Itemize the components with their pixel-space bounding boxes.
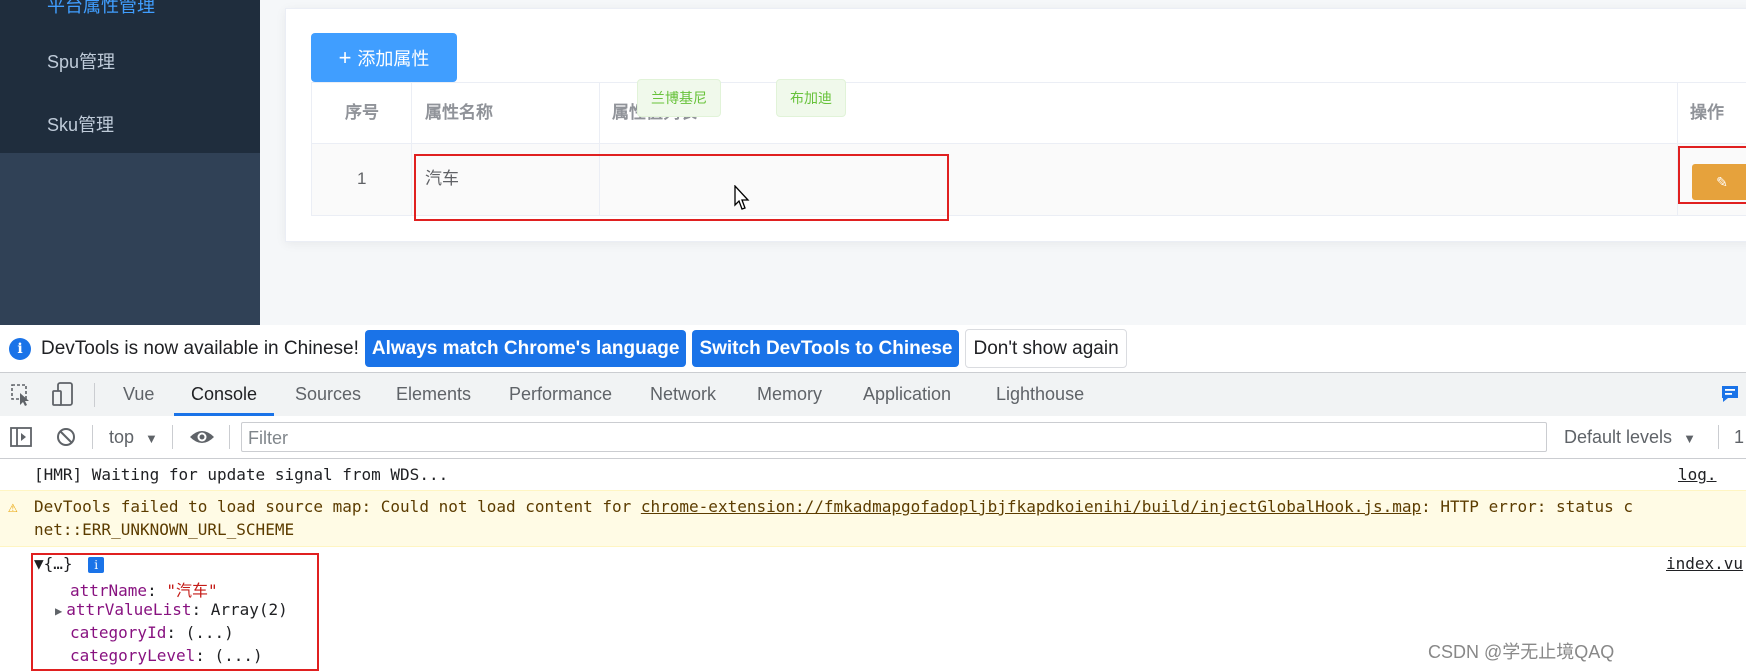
clear-console-icon[interactable] (56, 427, 76, 447)
add-attribute-label: 添加属性 (357, 48, 430, 69)
tab-sources[interactable]: Sources (295, 373, 361, 416)
match-language-button[interactable]: Always match Chrome's language (364, 330, 687, 367)
header-name: 属性名称 (425, 103, 493, 122)
eye-icon[interactable] (189, 428, 215, 446)
toolbar-divider (92, 425, 93, 449)
sidebar-submenu (0, 0, 260, 153)
devtools-tab-bar: Vue Console Sources Elements Performance… (0, 372, 1746, 417)
app-area: 平台属性管理 Spu管理 Sku管理 + 添加属性 序号 属性名称 属性值列表 … (0, 0, 1746, 325)
cell-index: 1 (357, 169, 367, 188)
tab-vue[interactable]: Vue (123, 373, 154, 416)
warning-icon: ⚠ (8, 497, 18, 516)
context-select[interactable]: top ▼ (109, 416, 158, 458)
console-toolbar: top ▼ Filter Default levels ▼ 1 (0, 416, 1746, 459)
filter-input[interactable]: Filter (241, 422, 1547, 452)
caret-down-icon: ▼ (145, 431, 158, 446)
toolbar-divider (172, 425, 173, 449)
caret-down-icon: ▼ (1683, 431, 1696, 446)
toolbar-divider (1718, 425, 1719, 449)
watermark: CSDN @学无止境QAQ (1428, 642, 1615, 662)
sidebar: 平台属性管理 Spu管理 Sku管理 (0, 0, 260, 325)
devtools-language-notice: i DevTools is now available in Chinese! … (0, 325, 1746, 372)
col-divider (411, 83, 412, 215)
sidebar-toggle-icon[interactable] (10, 427, 32, 447)
notice-message: DevTools is now available in Chinese! (41, 337, 359, 359)
tab-application[interactable]: Application (863, 373, 951, 416)
warning-text: DevTools failed to load source map: Coul… (34, 497, 641, 516)
issues-count[interactable]: 1 (1734, 416, 1744, 458)
log-levels-value: Default levels (1564, 427, 1673, 447)
info-icon: i (9, 337, 31, 360)
value-tag: 布加迪 (776, 79, 846, 117)
sidebar-item-spu[interactable]: Spu管理 (47, 48, 115, 74)
tab-network[interactable]: Network (650, 373, 716, 416)
sidebar-item-sku[interactable]: Sku管理 (47, 111, 114, 137)
toolbar-divider (94, 383, 95, 407)
source-link[interactable]: index.vu (1666, 554, 1743, 573)
tab-console[interactable]: Console (174, 373, 275, 416)
source-link[interactable]: log. (1678, 465, 1717, 484)
tab-memory[interactable]: Memory (757, 373, 822, 416)
mouse-cursor-icon (734, 185, 750, 210)
plus-icon: + (338, 44, 352, 70)
add-attribute-button[interactable]: + 添加属性 (311, 33, 457, 82)
context-select-value: top (109, 427, 135, 447)
warning-url-link[interactable]: chrome-extension://fmkadmapgofadopljbjfk… (641, 497, 1421, 516)
warning-message: ⚠ DevTools failed to load source map: Co… (0, 490, 1746, 547)
header-index: 序号 (345, 103, 379, 122)
highlight-box (31, 553, 319, 671)
header-actions: 操作 (1690, 103, 1724, 122)
log-message: [HMR] Waiting for update signal from WDS… (34, 465, 449, 484)
edit-icon: ✎ (1716, 173, 1728, 190)
row-divider (312, 143, 1746, 144)
tab-performance[interactable]: Performance (509, 373, 612, 416)
warning-text-suffix: : HTTP error: status c (1421, 497, 1634, 516)
log-levels-select[interactable]: Default levels ▼ (1564, 416, 1696, 458)
highlight-box (414, 154, 949, 221)
switch-to-chinese-button[interactable]: Switch DevTools to Chinese (692, 330, 960, 367)
inspect-element-icon[interactable] (11, 384, 33, 406)
sidebar-item-attr[interactable]: 平台属性管理 (47, 0, 155, 18)
toolbar-divider (229, 425, 230, 449)
issues-chat-icon[interactable] (1720, 385, 1740, 403)
tab-lighthouse[interactable]: Lighthouse (996, 373, 1084, 416)
device-toolbar-icon[interactable] (52, 382, 76, 408)
warning-text-line2: net::ERR_UNKNOWN_URL_SCHEME (34, 520, 295, 539)
edit-button[interactable]: ✎ (1692, 164, 1746, 200)
dont-show-again-button[interactable]: Don't show again (965, 329, 1127, 368)
tab-elements[interactable]: Elements (396, 373, 471, 416)
value-tag: 兰博基尼 (637, 79, 721, 117)
